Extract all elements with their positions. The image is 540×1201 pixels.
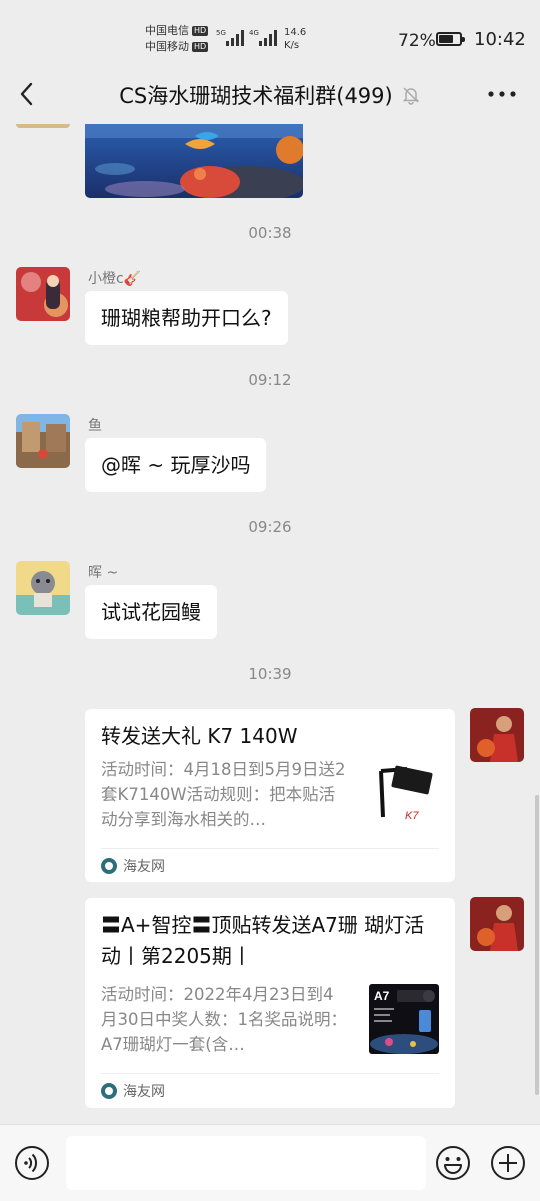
svg-text:K7: K7 xyxy=(405,810,419,822)
battery-percent: 72% xyxy=(398,31,436,51)
avatar[interactable] xyxy=(470,708,524,762)
chat-title: CS海水珊瑚技术福利群(499) xyxy=(119,84,393,108)
battery-icon xyxy=(436,32,465,46)
message-input[interactable] xyxy=(66,1136,426,1190)
chat-title-container: CS海水珊瑚技术福利群(499) xyxy=(0,80,540,110)
sender-name: 鱼 xyxy=(88,418,102,434)
message-bubble[interactable]: 试试花园鳗 xyxy=(85,585,217,639)
aquarium-photo-message[interactable] xyxy=(85,124,303,198)
network-speed: 14.6 K/s xyxy=(284,26,306,52)
card-description: 活动时间：4月18日到5月9日送2套K7140W活动规则：把本贴活动分享到海水相… xyxy=(101,760,346,829)
avatar[interactable] xyxy=(16,414,70,468)
card-source: 海友网 xyxy=(101,856,165,876)
net-type-5g: 5G xyxy=(216,29,226,37)
speed-value: 14.6 xyxy=(284,27,307,38)
card-title: 转发送大礼 K7 140W xyxy=(101,724,298,748)
avatar[interactable] xyxy=(470,897,524,951)
timestamp: 09:12 xyxy=(248,371,292,389)
speed-unit: K/s xyxy=(284,40,300,51)
timestamp: 10:39 xyxy=(248,665,292,683)
source-name: 海友网 xyxy=(123,859,165,875)
status-bar: 中国电信 HD 中国移动 HD 5G 4G 14.6 K/s 72% 10:42 xyxy=(0,0,540,66)
mute-bell-icon xyxy=(402,87,420,105)
input-bar xyxy=(0,1124,540,1201)
carrier-1: 中国电信 xyxy=(145,24,189,37)
product-thumbnail: K7 xyxy=(369,759,439,829)
card-title: 〓A+智控〓顶贴转发送A7珊 瑚灯活动丨第2205期丨 xyxy=(101,913,425,968)
signal-icon: 5G 4G xyxy=(216,29,277,46)
chat-header: CS海水珊瑚技术福利群(499) xyxy=(0,66,540,124)
voice-input-icon[interactable] xyxy=(14,1145,50,1181)
card-description: 活动时间：2022年4月23日到4月30日中奖人数：1名奖品说明：A7珊瑚灯一套… xyxy=(101,985,347,1054)
carrier-2: 中国移动 xyxy=(145,40,189,53)
link-card[interactable]: 转发送大礼 K7 140W 活动时间：4月18日到5月9日送2套K7140W活动… xyxy=(85,709,455,882)
scrollbar[interactable] xyxy=(535,795,539,1095)
divider xyxy=(101,848,439,849)
product-thumbnail: A7 xyxy=(369,984,439,1054)
sender-name: 小橙c🎸 xyxy=(88,271,142,287)
hd-badge: HD xyxy=(192,42,209,52)
more-options-icon[interactable] xyxy=(486,80,518,108)
emoji-icon[interactable] xyxy=(435,1145,471,1181)
add-plus-icon[interactable] xyxy=(490,1145,526,1181)
card-source: 海友网 xyxy=(101,1081,165,1101)
thumb-label: A7 xyxy=(374,989,390,1003)
timestamp: 09:26 xyxy=(248,518,292,536)
net-type-4g: 4G xyxy=(249,29,259,37)
source-name: 海友网 xyxy=(123,1084,165,1100)
divider xyxy=(101,1073,439,1074)
source-logo-icon xyxy=(101,1083,117,1099)
message-bubble[interactable]: 珊瑚粮帮助开口么? xyxy=(85,291,288,345)
hd-badge: HD xyxy=(192,26,209,36)
avatar[interactable] xyxy=(16,267,70,321)
avatar[interactable] xyxy=(16,561,70,615)
message-bubble[interactable]: @晖 ~ 玩厚沙吗 xyxy=(85,438,267,492)
clock: 10:42 xyxy=(474,29,526,50)
timestamp: 00:38 xyxy=(248,224,292,242)
sender-name: 晖 ~ xyxy=(88,565,119,581)
link-card[interactable]: 〓A+智控〓顶贴转发送A7珊 瑚灯活动丨第2205期丨 活动时间：2022年4月… xyxy=(85,898,455,1108)
message-list[interactable]: 00:38 小橙c🎸 珊瑚粮帮助开口么? 09:12 鱼 @晖 ~ 玩厚沙吗 0… xyxy=(0,124,540,1124)
battery-fill xyxy=(439,35,453,43)
avatar[interactable] xyxy=(16,124,70,128)
carrier-info: 中国电信 HD 中国移动 HD xyxy=(145,23,209,55)
source-logo-icon xyxy=(101,858,117,874)
